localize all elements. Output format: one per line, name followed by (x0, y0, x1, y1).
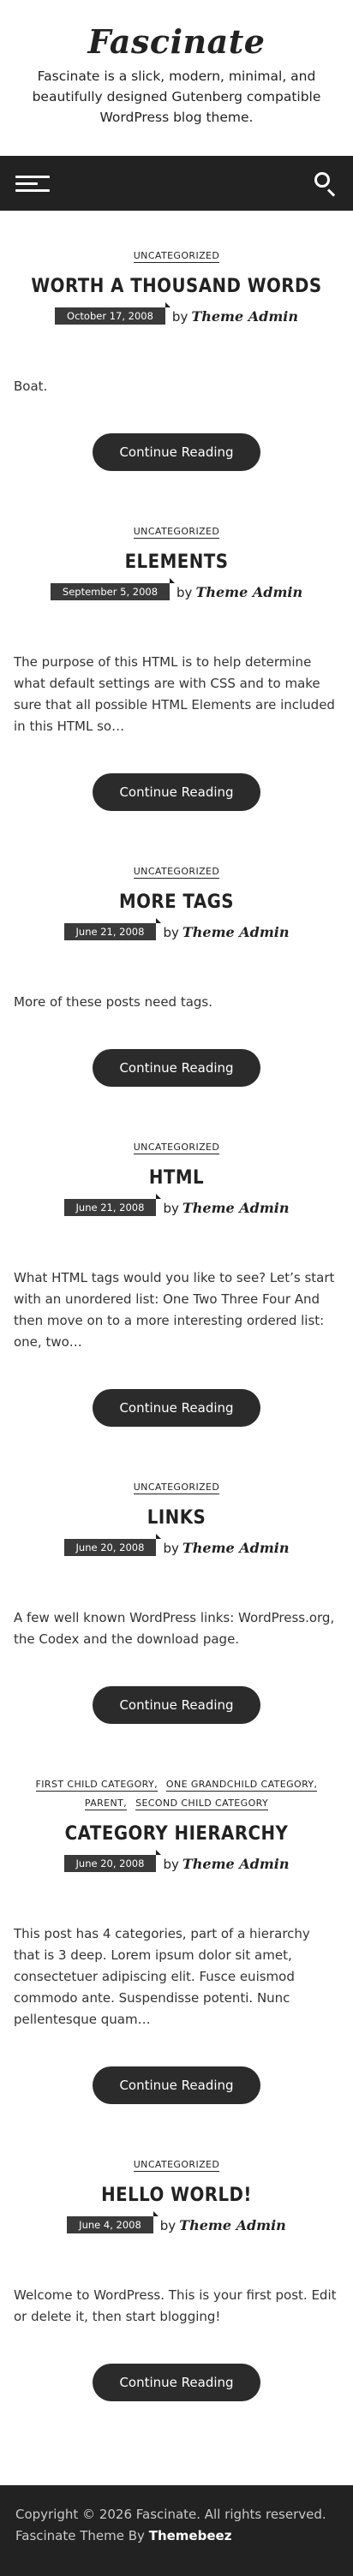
post-list: UNCATEGORIZED WORTH A THOUSAND WORDS Octo… (0, 211, 353, 2401)
post-title[interactable]: ELEMENTS (30, 552, 323, 573)
post-meta: September 5, 2008 by Theme Admin (14, 578, 339, 600)
post-date[interactable]: June 20, 2008 (63, 1534, 162, 1556)
continue-reading-button[interactable]: Continue Reading (93, 773, 260, 811)
byline-prefix: by (163, 1540, 179, 1556)
continue-reading-button[interactable]: Continue Reading (93, 2364, 260, 2401)
footer-credit-prefix: Fascinate Theme By (15, 2528, 145, 2543)
post-date[interactable]: June 4, 2008 (67, 2211, 159, 2233)
category-link[interactable]: UNCATEGORIZED (133, 1482, 220, 1494)
post-excerpt: Welcome to WordPress. This is your first… (14, 2287, 337, 2324)
post-date[interactable]: September 5, 2008 (50, 578, 176, 600)
byline-prefix: by (163, 924, 179, 940)
post-byline: by Theme Admin (163, 1856, 289, 1872)
post-meta: June 20, 2008 by Theme Admin (14, 1534, 339, 1556)
category-link[interactable]: UNCATEGORIZED (133, 250, 220, 263)
post-meta: June 21, 2008 by Theme Admin (14, 1194, 339, 1216)
post-card: FIRST CHILD CATEGORY, ONE GRANDCHILD CAT… (0, 1775, 353, 2104)
post-author[interactable]: Theme Admin (182, 1200, 290, 1216)
post-author[interactable]: Theme Admin (191, 308, 298, 325)
post-excerpt: What HTML tags would you like to see? Le… (14, 1270, 335, 1350)
post-excerpt: This post has 4 categories, part of a hi… (14, 1926, 310, 2027)
post-title[interactable]: MORE TAGS (30, 891, 323, 913)
post-date[interactable]: October 17, 2008 (55, 302, 171, 325)
post-categories: UNCATEGORIZED (14, 862, 339, 881)
post-categories: FIRST CHILD CATEGORY, ONE GRANDCHILD CAT… (14, 1775, 339, 1813)
post-categories: UNCATEGORIZED (14, 1478, 339, 1497)
byline-prefix: by (163, 1200, 179, 1216)
category-link[interactable]: UNCATEGORIZED (133, 1142, 220, 1154)
continue-reading-button[interactable]: Continue Reading (93, 2066, 260, 2104)
post-title[interactable]: LINKS (30, 1507, 323, 1529)
post-author[interactable]: Theme Admin (182, 924, 290, 940)
post-card: UNCATEGORIZED ELEMENTS September 5, 2008 b… (0, 522, 353, 811)
post-title[interactable]: CATEGORY HIERARCHY (30, 1823, 323, 1845)
post-excerpt: More of these posts need tags. (14, 994, 213, 1010)
post-date[interactable]: June 20, 2008 (63, 1850, 162, 1872)
byline-prefix: by (163, 1856, 179, 1872)
post-date[interactable]: June 21, 2008 (63, 1194, 162, 1216)
continue-reading-button[interactable]: Continue Reading (93, 1686, 260, 1724)
post-card: UNCATEGORIZED LINKS June 20, 2008 by Theme … (0, 1478, 353, 1724)
footer-credit-link[interactable]: Themebeez (149, 2528, 232, 2543)
post-title[interactable]: WORTH A THOUSAND WORDS (30, 276, 323, 297)
post-author[interactable]: Theme Admin (179, 2217, 286, 2233)
continue-reading-button[interactable]: Continue Reading (93, 1049, 260, 1087)
post-title[interactable]: HTML (30, 1167, 323, 1189)
post-byline: by Theme Admin (172, 308, 298, 325)
site-description: Fascinate is a slick, modern, minimal, a… (32, 69, 321, 125)
post-categories: UNCATEGORIZED (14, 247, 339, 265)
category-link[interactable]: SECOND CHILD CATEGORY (135, 1798, 269, 1810)
category-link[interactable]: UNCATEGORIZED (133, 2159, 220, 2172)
byline-prefix: by (171, 308, 188, 325)
post-card: UNCATEGORIZED HTML June 21, 2008 by Theme A… (0, 1138, 353, 1427)
post-card: UNCATEGORIZED WORTH A THOUSAND WORDS Octo… (0, 247, 353, 471)
post-meta: October 17, 2008 by Theme Admin (14, 302, 339, 325)
post-excerpt: The purpose of this HTML is to help dete… (14, 654, 335, 734)
search-icon[interactable] (314, 171, 338, 197)
hamburger-menu-icon[interactable] (15, 172, 50, 194)
category-link[interactable]: ONE GRANDCHILD CATEGORY, (165, 1779, 318, 1792)
post-author[interactable]: Theme Admin (182, 1856, 290, 1872)
post-meta: June 20, 2008 by Theme Admin (14, 1850, 339, 1872)
footer-credit: Fascinate Theme By Themebeez (15, 2525, 338, 2547)
site-footer: Copyright © 2026 Fascinate. All rights r… (0, 2485, 353, 2576)
post-byline: by Theme Admin (163, 1540, 289, 1556)
post-byline: by Theme Admin (176, 584, 302, 600)
post-title[interactable]: HELLO WORLD! (30, 2185, 323, 2206)
post-meta: June 4, 2008 by Theme Admin (14, 2211, 339, 2233)
category-link[interactable]: UNCATEGORIZED (133, 866, 220, 879)
category-link[interactable]: UNCATEGORIZED (133, 526, 220, 539)
byline-prefix: by (176, 584, 193, 600)
post-card: UNCATEGORIZED MORE TAGS June 21, 2008 by Th… (0, 862, 353, 1087)
post-date[interactable]: June 21, 2008 (63, 918, 162, 940)
continue-reading-button[interactable]: Continue Reading (93, 1389, 260, 1427)
post-categories: UNCATEGORIZED (14, 1138, 339, 1157)
continue-reading-button[interactable]: Continue Reading (93, 433, 260, 471)
post-author[interactable]: Theme Admin (195, 584, 302, 600)
footer-copyright: Copyright © 2026 Fascinate. All rights r… (15, 2507, 326, 2522)
byline-prefix: by (159, 2217, 176, 2233)
post-meta: June 21, 2008 by Theme Admin (14, 918, 339, 940)
post-excerpt: Boat. (14, 379, 48, 394)
category-link[interactable]: PARENT, (84, 1798, 128, 1810)
post-byline: by Theme Admin (163, 1200, 289, 1216)
post-byline: by Theme Admin (163, 924, 289, 940)
post-excerpt: A few well known WordPress links: WordPr… (14, 1610, 335, 1647)
post-categories: UNCATEGORIZED (14, 522, 339, 541)
site-title[interactable]: Fascinate (0, 22, 353, 61)
site-header: Fascinate Fascinate is a slick, modern, … (0, 0, 353, 156)
post-card: UNCATEGORIZED HELLO WORLD! June 4, 2008 by… (0, 2156, 353, 2401)
category-link[interactable]: FIRST CHILD CATEGORY, (35, 1779, 159, 1792)
post-byline: by Theme Admin (160, 2217, 286, 2233)
navbar (0, 156, 353, 211)
post-author[interactable]: Theme Admin (182, 1540, 290, 1556)
post-categories: UNCATEGORIZED (14, 2156, 339, 2174)
